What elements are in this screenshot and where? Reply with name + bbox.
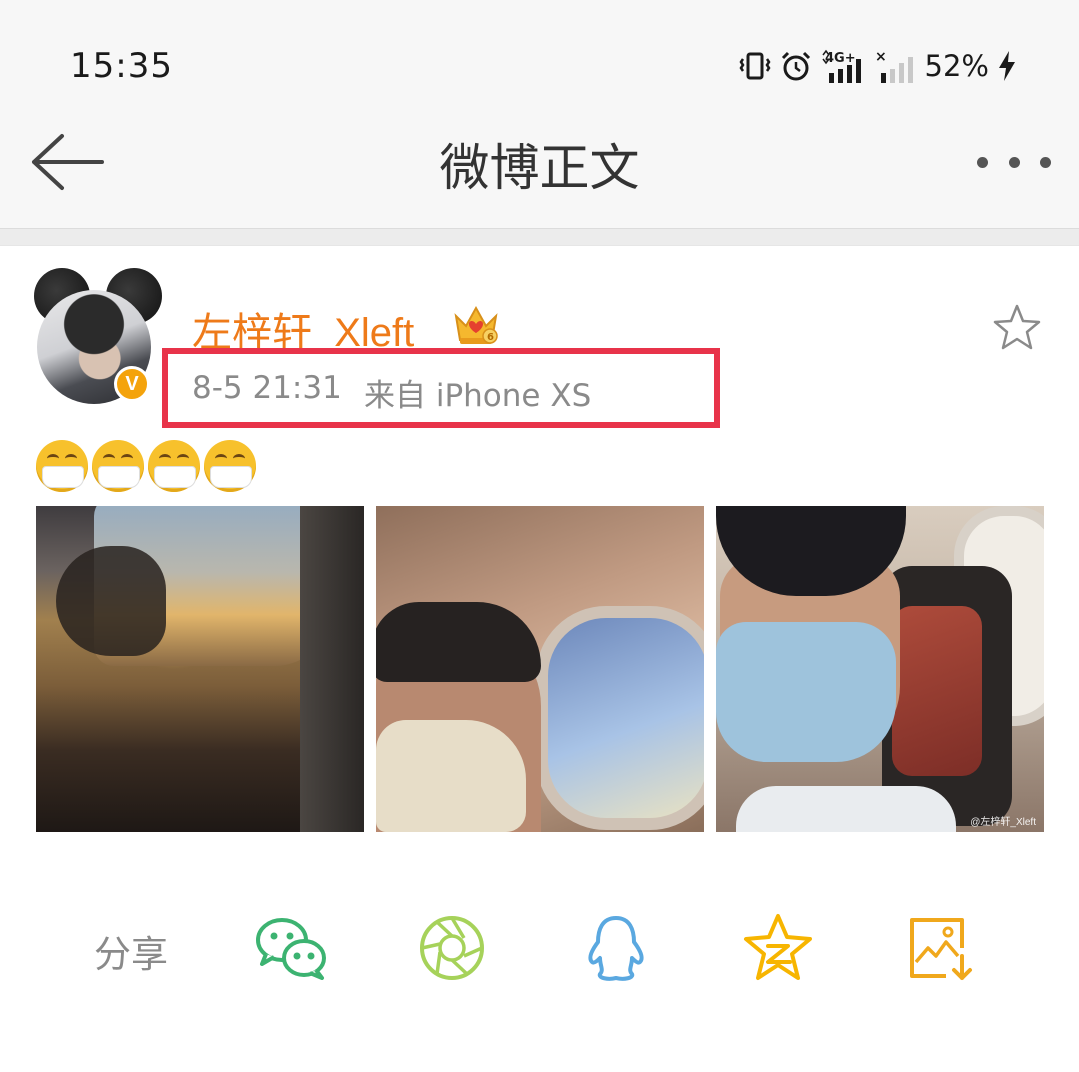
vibrate-icon: [739, 52, 771, 80]
alarm-icon: [781, 51, 810, 81]
qzone-star-icon[interactable]: [740, 912, 816, 984]
page-title: 微博正文: [439, 139, 640, 197]
favorite-star-icon[interactable]: [990, 302, 1044, 354]
signal-no-sim-icon: ×: [875, 49, 913, 83]
header-divider: [0, 228, 1079, 246]
svg-text:6: 6: [487, 332, 494, 343]
signal-4g-icon: 4G+: [821, 49, 861, 83]
post-image-3[interactable]: @左梓轩_Xleft: [716, 506, 1044, 832]
mask-face-emoji: [204, 440, 256, 492]
mask-face-emoji: [36, 440, 88, 492]
mask-face-emoji: [148, 440, 200, 492]
charging-icon: [999, 51, 1015, 81]
crown-icon[interactable]: 6: [452, 302, 500, 348]
status-icons: 4G+ × 52%: [739, 44, 1017, 88]
post-source: 来自 iPhone XS: [364, 378, 592, 414]
post-text-emojis: [36, 440, 256, 492]
save-image-icon[interactable]: [904, 912, 980, 984]
post-image-2[interactable]: [376, 506, 704, 832]
share-label: 分享: [94, 933, 168, 976]
more-dots-icon[interactable]: [977, 140, 1051, 184]
wechat-icon[interactable]: [252, 912, 328, 984]
svg-text:×: ×: [875, 49, 887, 65]
battery-level: 52%: [924, 49, 989, 83]
post-image-1[interactable]: [36, 506, 364, 832]
status-time: 15:35: [70, 46, 173, 86]
moments-aperture-icon[interactable]: [414, 912, 490, 984]
svg-text:4G+: 4G+: [825, 51, 856, 66]
top-bar: 15:35 4G+ × 52% 微博正文: [0, 0, 1079, 228]
qq-penguin-icon[interactable]: [578, 912, 654, 984]
verified-v-icon: V: [114, 366, 150, 402]
post-time: 8-5 21:31: [192, 370, 342, 406]
mask-face-emoji: [92, 440, 144, 492]
image-watermark: @左梓轩_Xleft: [970, 817, 1036, 828]
